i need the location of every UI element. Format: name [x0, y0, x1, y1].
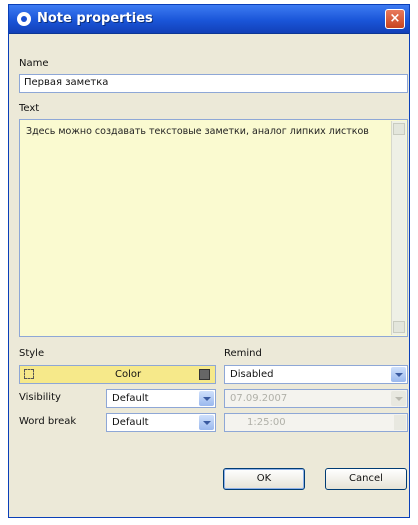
name-input[interactable]: Первая заметка [19, 74, 408, 93]
text-area[interactable]: Здесь можно создавать текстовые заметки,… [19, 119, 408, 337]
visibility-label: Visibility [19, 392, 61, 403]
remind-select[interactable]: Disabled [224, 365, 408, 384]
style-label: Style [19, 348, 45, 359]
chevron-down-icon[interactable] [391, 367, 406, 382]
ok-button[interactable]: OK [223, 468, 305, 490]
word-break-label: Word break [19, 416, 77, 427]
spinner-icon [394, 415, 406, 430]
color-label: Color [115, 369, 142, 380]
cancel-button[interactable]: Cancel [325, 468, 407, 490]
scroll-up-icon[interactable] [393, 123, 405, 135]
text-area-content: Здесь можно создавать текстовые заметки,… [26, 126, 369, 137]
text-area-scrollbar[interactable] [391, 121, 406, 335]
remind-select-value: Disabled [230, 369, 274, 380]
title-bar[interactable]: Note properties × [9, 5, 409, 34]
remind-date-value: 07.09.2007 [230, 393, 288, 404]
selection-icon [24, 369, 34, 379]
remind-date-input: 07.09.2007 [224, 389, 408, 408]
remind-time-value: 1:25:00 [247, 417, 286, 428]
text-label: Text [19, 103, 40, 114]
word-break-select[interactable]: Default [106, 413, 216, 432]
color-button[interactable]: Color [19, 365, 216, 384]
chevron-down-icon[interactable] [199, 415, 214, 430]
close-button[interactable]: × [385, 9, 405, 29]
visibility-select-value: Default [112, 393, 149, 404]
remind-time-input: 1:25:00 [224, 413, 408, 432]
note-app-icon [17, 12, 31, 26]
calendar-dropdown-icon [391, 391, 406, 406]
name-label: Name [19, 58, 49, 69]
color-picker-icon [199, 369, 210, 380]
dialog-title: Note properties [37, 11, 153, 26]
remind-label: Remind [224, 348, 262, 359]
visibility-select[interactable]: Default [106, 389, 216, 408]
scroll-down-icon[interactable] [393, 321, 405, 333]
word-break-select-value: Default [112, 417, 149, 428]
note-properties-dialog: Note properties × Name Первая заметка Te… [8, 4, 410, 518]
close-icon: × [389, 11, 401, 26]
chevron-down-icon[interactable] [199, 391, 214, 406]
